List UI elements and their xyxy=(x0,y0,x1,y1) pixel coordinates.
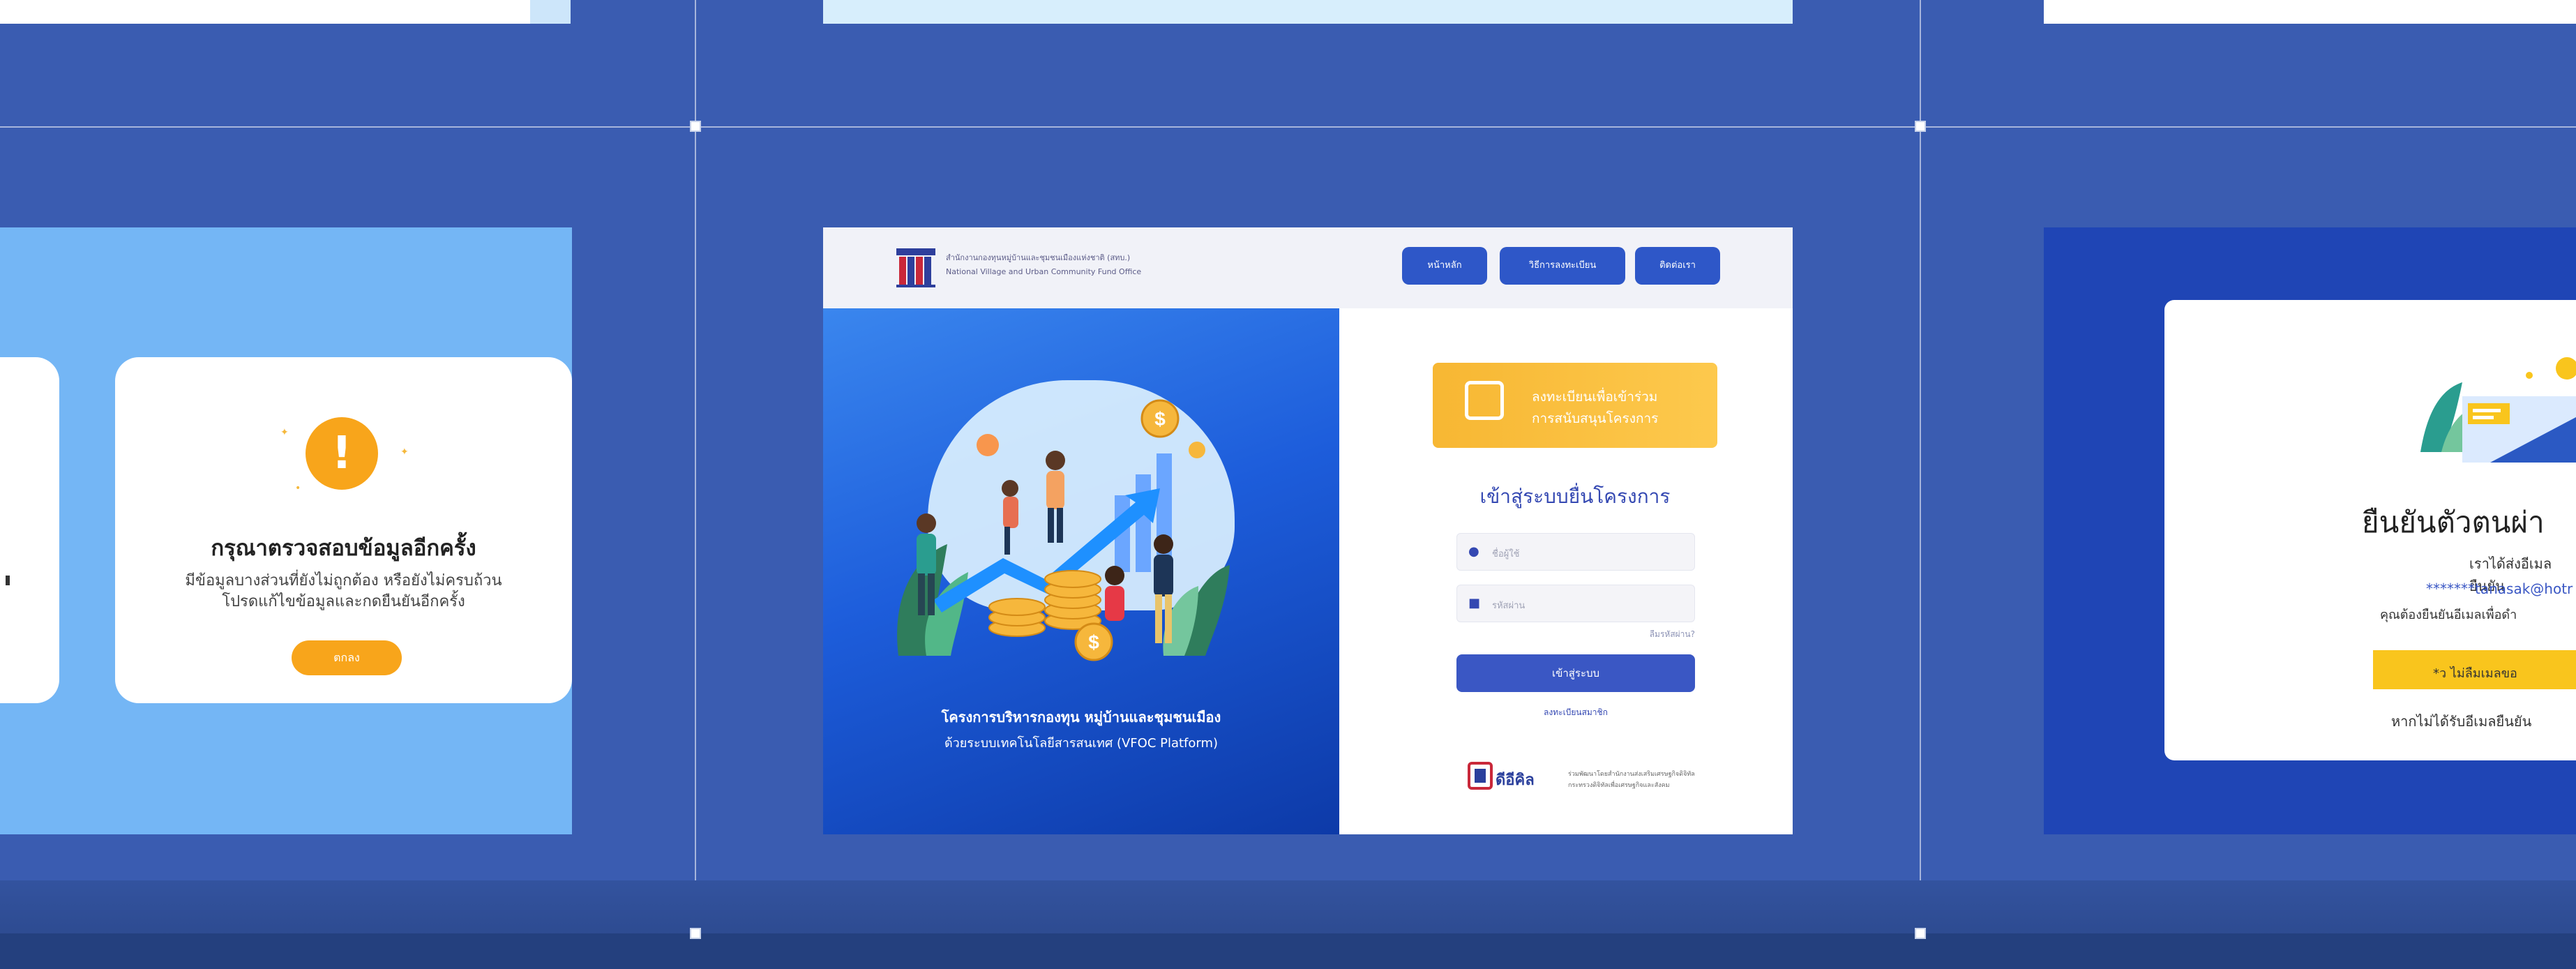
guide-line-right xyxy=(1920,0,1921,969)
top-frame-left xyxy=(0,0,571,24)
site-logo-icon xyxy=(896,248,935,287)
guide-line-top xyxy=(0,126,2576,128)
verify-title: ยืนยันตัวตนผ่า xyxy=(2362,505,2545,539)
login-button[interactable]: เข้าสู่ระบบ xyxy=(1456,654,1695,692)
user-icon: ● xyxy=(1468,544,1479,559)
password-input[interactable]: ■ รหัสผ่าน xyxy=(1456,585,1695,622)
resize-handle-top-right[interactable] xyxy=(1915,121,1926,132)
logo-text-thai: สำนักงานกองทุนหมู่บ้านและชุมชนเมืองแห่งช… xyxy=(946,253,1131,262)
lock-icon: ■ xyxy=(1468,596,1481,610)
sparkle-icon: ✦ xyxy=(400,446,409,458)
depa-logo-icon xyxy=(1468,762,1493,790)
register-card-line2: การสนับสนุนโครงการ xyxy=(1532,411,1659,426)
resize-handle-bottom-right[interactable] xyxy=(1915,928,1926,939)
guide-line-left xyxy=(695,0,696,969)
email-illustration xyxy=(2420,357,2576,463)
alert-ok-button[interactable]: ตกลง xyxy=(292,640,402,675)
logo-text-english: National Village and Urban Community Fun… xyxy=(946,267,1142,276)
login-title: เข้าสู่ระบบยื่นโครงการ xyxy=(1479,485,1671,508)
partial-card xyxy=(0,357,59,703)
nav-contact-button[interactable]: ติดต่อเรา xyxy=(1635,247,1720,285)
username-input[interactable]: ● ชื่อผู้ใช้ xyxy=(1456,533,1695,571)
verify-notice-text: *ว ไม่ลืมเมลขอ xyxy=(2433,666,2517,681)
bottom-band-dark xyxy=(0,933,2576,969)
footer-text-line2: กระทรวงดิจิทัลเพื่อเศรษฐกิจและสังคม xyxy=(1568,782,1670,789)
verify-email-text: *******tanasak@hotr xyxy=(2426,580,2573,597)
hero-caption-line2: ด้วยระบบเทคโนโลยีสารสนเทศ (VFOC Platform… xyxy=(944,736,1219,751)
register-card-line1: ลงทะเบียนเพื่อเข้าร่วม xyxy=(1532,389,1658,405)
nav-register-guide-button[interactable]: วิธีการลงทะเบียน xyxy=(1500,247,1625,285)
verify-resend-text: หากไม่ได้รับอีเมลยืนยัน xyxy=(2391,713,2532,730)
sparkle-icon: ✦ xyxy=(280,427,289,438)
alert-message: มีข้อมูลบางส่วนที่ยังไม่ถูกต้อง หรือยังไ… xyxy=(140,571,548,613)
alert-title: กรุณาตรวจสอบข้อมูลอีกครั้ง xyxy=(211,536,476,561)
exclamation-icon: ! xyxy=(306,417,378,490)
password-placeholder: รหัสผ่าน xyxy=(1492,601,1526,611)
hero-caption-line1: โครงการบริหารกองทุน หมู่บ้านและชุมชนเมือ… xyxy=(941,709,1221,726)
footer-text-line1: ร่วมพัฒนาโดยสำนักงานส่งเสริมเศรษฐกิจดิจิ… xyxy=(1568,771,1695,778)
resize-handle-top-left[interactable] xyxy=(690,121,701,132)
alert-message-line1: มีข้อมูลบางส่วนที่ยังไม่ถูกต้อง หรือยังไ… xyxy=(185,572,502,589)
sparkle-icon: • xyxy=(295,483,301,494)
forgot-password-link[interactable]: ลืมรหัสผ่าน? xyxy=(1597,628,1695,641)
edit-icon xyxy=(1465,381,1504,420)
top-frame-right xyxy=(2044,0,2576,24)
username-placeholder: ชื่อผู้ใช้ xyxy=(1492,549,1520,559)
svg-text:$: $ xyxy=(1088,631,1099,653)
partial-text-fragment xyxy=(6,576,10,585)
top-frame-center xyxy=(823,0,1793,24)
nav-home-button[interactable]: หน้าหลัก xyxy=(1402,247,1487,285)
resize-handle-bottom-left[interactable] xyxy=(690,928,701,939)
svg-text:$: $ xyxy=(1154,408,1166,430)
footer-brand: ดีอีคิล xyxy=(1496,772,1535,789)
finance-illustration: $ $ xyxy=(897,399,1230,661)
verify-instruction-text: คุณต้องยืนยันอีเมลเพื่อดำ xyxy=(2380,608,2517,622)
register-member-link[interactable]: ลงทะเบียนสมาชิก xyxy=(1456,706,1695,719)
top-frame-left-edge xyxy=(530,0,571,24)
alert-message-line2: โปรดแก้ไขข้อมูลและกดยืนยันอีกครั้ง xyxy=(222,593,465,610)
